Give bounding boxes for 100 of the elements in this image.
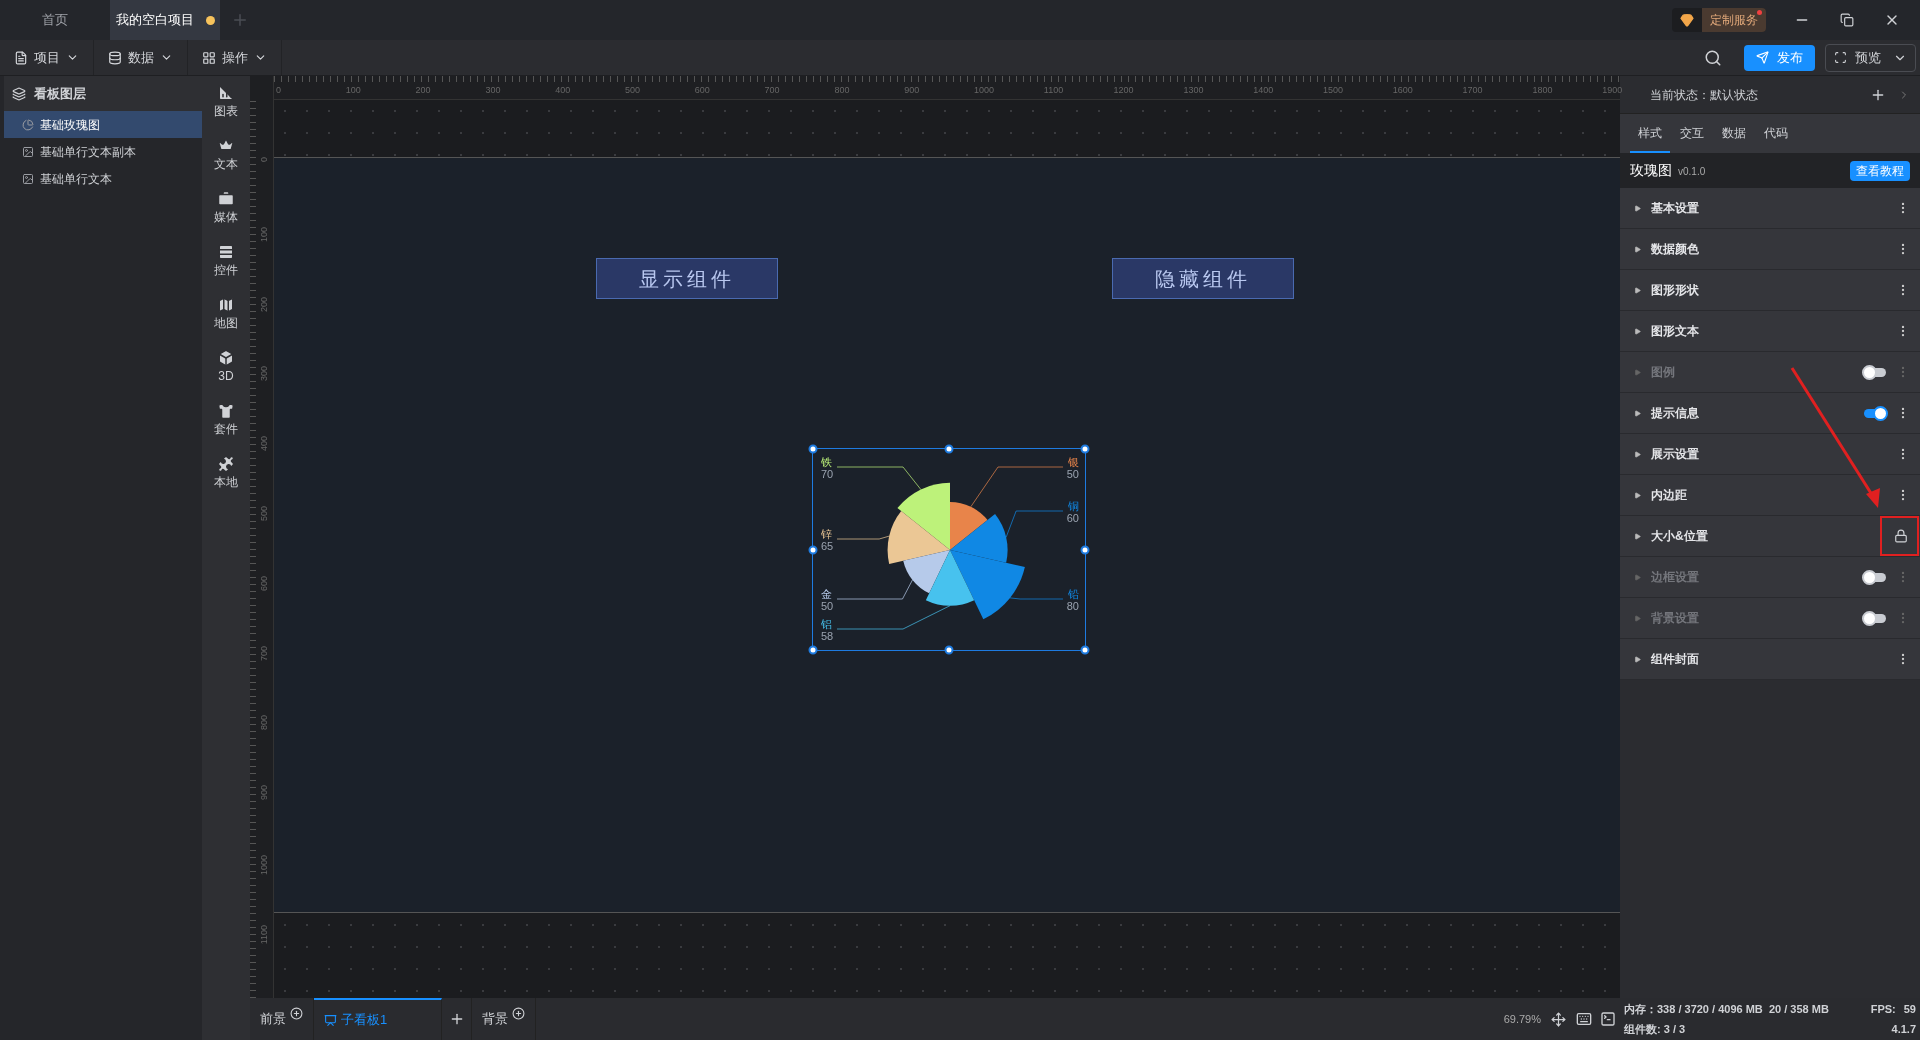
settings-section[interactable]: 大小&位置 (1620, 516, 1920, 557)
slice-value: 50 (821, 600, 834, 612)
add-circle-icon[interactable] (512, 1006, 525, 1020)
resize-handle[interactable] (944, 444, 954, 454)
resize-handle[interactable] (808, 444, 818, 454)
expand-caret-icon (1634, 286, 1641, 294)
add-circle-icon[interactable] (290, 1006, 303, 1020)
menu-dropdown[interactable]: 数据 (94, 40, 188, 75)
settings-section[interactable]: 图形文本 (1620, 311, 1920, 352)
component-category[interactable]: 地图 (214, 296, 238, 332)
component-category[interactable]: 本地 (214, 455, 238, 491)
resize-handle[interactable] (1080, 645, 1090, 655)
ruler-label: 100 (258, 226, 270, 242)
component-category[interactable]: 控件 (214, 243, 238, 279)
settings-section[interactable]: 内边距 (1620, 475, 1920, 516)
resize-handle[interactable] (1080, 545, 1090, 554)
grid-icon (202, 50, 216, 65)
canvas-button[interactable]: 显示组件 (596, 258, 778, 299)
search-icon[interactable] (1704, 48, 1722, 67)
pie-chart-icon (22, 118, 34, 131)
expand-caret-icon (1634, 327, 1641, 335)
slice-label: 锌 (821, 528, 832, 540)
zoom-level: 69.79% (1503, 1011, 1541, 1027)
resize-handle[interactable] (1080, 444, 1090, 454)
panel-title: 看板图层 (34, 84, 86, 103)
expand-caret-icon (1634, 573, 1641, 581)
ruler-label: 300 (485, 84, 501, 97)
layer-item[interactable]: 基础单行文本 (4, 165, 202, 192)
layer-item[interactable]: 基础玫瑰图 (4, 111, 202, 138)
memory-status: 内存：338 / 3720 / 4096 MB 20 / 358 MB (1624, 1002, 1830, 1017)
resize-handle[interactable] (808, 545, 818, 554)
expand-caret-icon (1634, 655, 1641, 663)
fps-value: 59 (1903, 1002, 1916, 1017)
version-label: v0.1.0 (1678, 165, 1707, 179)
settings-section[interactable]: 基本设置 (1620, 188, 1920, 229)
board-tab[interactable]: 前景 (250, 998, 314, 1040)
component-category[interactable]: 图表 (214, 84, 238, 120)
ruler-label: 1500 (1323, 84, 1344, 97)
highlight-frame (1880, 516, 1919, 556)
shirt-icon (217, 402, 235, 420)
canvas-button[interactable]: 隐藏组件 (1112, 258, 1294, 299)
settings-section[interactable]: 提示信息 (1620, 393, 1920, 434)
lock-icon[interactable] (1894, 529, 1908, 543)
expand-caret-icon (1634, 614, 1641, 622)
expand-caret-icon (1634, 245, 1641, 253)
toggle-switch[interactable] (1864, 572, 1886, 582)
toggle-switch[interactable] (1864, 613, 1886, 623)
inspector-tab[interactable]: 代码 (1756, 124, 1796, 153)
terminal-icon[interactable] (1600, 1011, 1616, 1027)
expand-caret-icon (1634, 368, 1641, 376)
slice-label: 银 (1068, 456, 1079, 468)
expand-caret-icon (1634, 532, 1641, 540)
ruler-label: 1000 (258, 855, 270, 876)
component-category[interactable]: 文本 (214, 137, 238, 173)
ruler-label: 500 (258, 506, 270, 522)
app-version: 4.1.7 (1891, 1021, 1916, 1037)
board-tab[interactable]: 背景 (472, 998, 536, 1040)
inspector-tab[interactable]: 交互 (1672, 124, 1712, 153)
ruler-label: 900 (904, 84, 920, 97)
ruler-label: 700 (764, 84, 780, 97)
project-tab[interactable]: 我的空白项目 (110, 0, 220, 40)
ruler-label: 600 (694, 84, 710, 97)
component-category[interactable]: 媒体 (214, 190, 238, 226)
settings-section[interactable]: 组件封面 (1620, 639, 1920, 680)
settings-section[interactable]: 图形形状 (1620, 270, 1920, 311)
layer-item[interactable]: 基础单行文本副本 (4, 138, 202, 165)
menu-dropdown[interactable]: 操作 (188, 40, 282, 75)
file-icon (14, 50, 28, 65)
briefcase-icon (217, 190, 235, 208)
resize-handle[interactable] (944, 645, 954, 655)
fit-screen-icon[interactable] (1551, 1011, 1566, 1027)
toggle-switch[interactable] (1864, 408, 1886, 418)
cube-icon (217, 349, 235, 367)
component-category[interactable]: 套件 (214, 402, 238, 438)
diamond-icon (1680, 13, 1694, 27)
ruler-label: 400 (555, 84, 571, 97)
component-category[interactable]: 3D (217, 349, 235, 385)
leader-line (1009, 597, 1064, 600)
ruler-label: 0 (276, 84, 281, 97)
ruler-label: 700 (258, 645, 270, 661)
settings-section[interactable]: 数据颜色 (1620, 229, 1920, 270)
menu-dropdown[interactable]: 项目 (0, 40, 94, 75)
settings-section[interactable]: 展示设置 (1620, 434, 1920, 475)
send-icon (1756, 51, 1769, 64)
ruler-label: 1400 (1253, 84, 1274, 97)
ruler-label: 800 (834, 84, 850, 97)
board-tab[interactable]: 子看板1 (314, 998, 442, 1040)
toggle-switch[interactable] (1864, 367, 1886, 377)
inspector-tab[interactable]: 数据 (1714, 124, 1754, 153)
leader-line (1005, 510, 1064, 538)
project-tab[interactable]: 首页 (0, 0, 110, 40)
bar-chart-icon (217, 84, 235, 102)
keyboard-icon[interactable] (1576, 1011, 1592, 1027)
expand-caret-icon (1634, 491, 1641, 499)
slice-value: 58 (821, 630, 834, 642)
resize-handle[interactable] (808, 645, 818, 655)
ruler-label: 200 (258, 296, 270, 312)
preview-button[interactable]: 预览 (1825, 43, 1916, 72)
custom-service-button[interactable]: 定制服务 (1672, 8, 1766, 32)
restore-icon[interactable] (1840, 13, 1854, 27)
